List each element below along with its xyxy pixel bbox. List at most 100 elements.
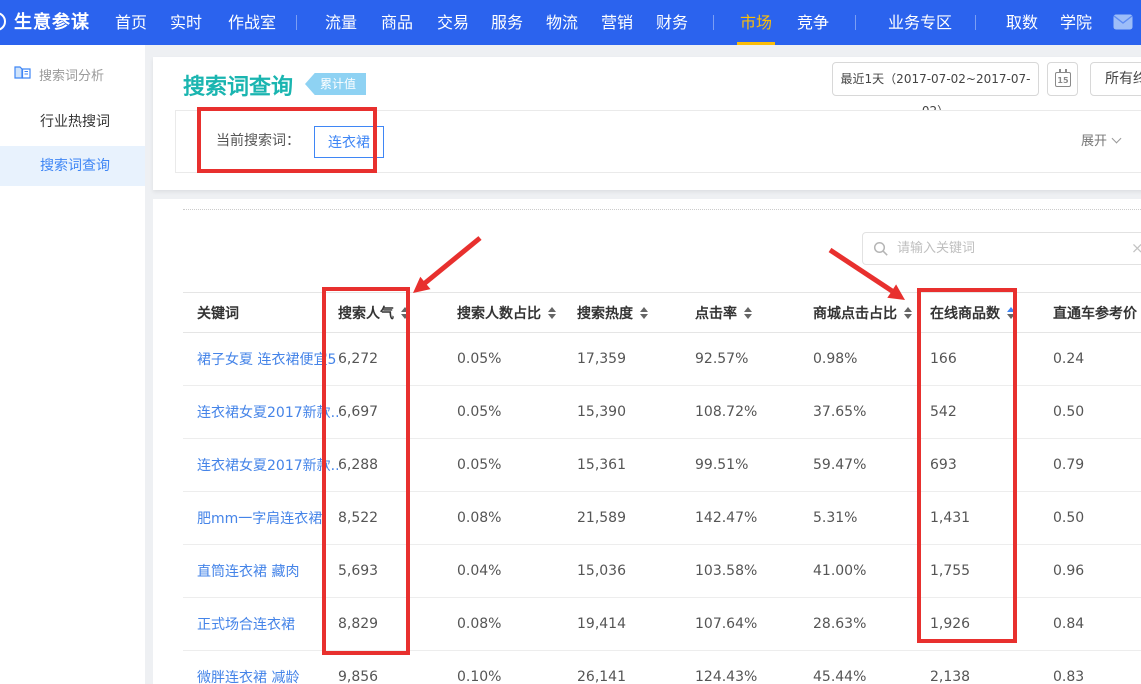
keyword-link[interactable]: 微胖连衣裙 减龄 bbox=[197, 670, 299, 684]
sort-icon[interactable] bbox=[744, 307, 752, 319]
sidebar-item-industry-hot-words[interactable]: 行业热搜词 bbox=[0, 102, 145, 142]
cell-click-rate: 99.51% bbox=[695, 439, 813, 492]
column-header-click-rate[interactable]: 点击率 bbox=[695, 293, 813, 333]
keyword-link[interactable]: 连衣裙女夏2017新款... bbox=[197, 458, 338, 474]
cell-online-products: 1,431 bbox=[930, 492, 1053, 545]
mail-icon[interactable] bbox=[1113, 14, 1133, 34]
sidebar-section-label: 搜索词分析 bbox=[39, 65, 104, 84]
cell-ztc-price: 0.96 bbox=[1053, 545, 1141, 598]
sidebar-item-search-word-query[interactable]: 搜索词查询 bbox=[0, 146, 145, 186]
table-row: 连衣裙女夏2017新款... 6,288 0.05% 15,361 99.51%… bbox=[183, 439, 1141, 492]
nav-item-academy[interactable]: 学院 bbox=[1060, 0, 1092, 45]
cell-ztc-price: 0.83 bbox=[1053, 651, 1141, 684]
column-header-keyword: 关键词 bbox=[183, 293, 338, 333]
nav-item-compete[interactable]: 竞争 bbox=[797, 0, 829, 45]
cell-searcher-ratio: 0.05% bbox=[457, 386, 577, 439]
search-words-table: 关键词 搜索人气 搜索人数占比 搜索热度 点击率 商城点击占比 在线商品数 直通… bbox=[183, 292, 1141, 684]
cell-online-products: 1,926 bbox=[930, 598, 1053, 651]
cell-ztc-price: 0.79 bbox=[1053, 439, 1141, 492]
calendar-button[interactable]: 15 bbox=[1047, 62, 1078, 96]
cumulative-value-badge: 累计值 bbox=[305, 73, 366, 95]
cell-searcher-ratio: 0.05% bbox=[457, 439, 577, 492]
nav-item-warroom[interactable]: 作战室 bbox=[228, 0, 276, 45]
sort-icon[interactable] bbox=[904, 307, 912, 319]
keyword-link[interactable]: 连衣裙女夏2017新款... bbox=[197, 405, 338, 421]
keyword-search-box: × bbox=[862, 232, 1141, 265]
nav-divider bbox=[713, 15, 714, 30]
brand-name[interactable]: 生意参谋 bbox=[14, 0, 90, 45]
nav-item-home[interactable]: 首页 bbox=[115, 0, 147, 45]
keyword-link[interactable]: 直筒连衣裙 藏肉 bbox=[197, 564, 299, 580]
cell-search-popularity: 8,829 bbox=[338, 598, 457, 651]
nav-item-data[interactable]: 取数 bbox=[1006, 0, 1038, 45]
nav-item-realtime[interactable]: 实时 bbox=[170, 0, 202, 45]
column-header-mall-click-ratio[interactable]: 商城点击占比 bbox=[813, 293, 930, 333]
cell-searcher-ratio: 0.08% bbox=[457, 598, 577, 651]
expand-label: 展开 bbox=[1081, 134, 1107, 149]
cell-search-popularity: 9,856 bbox=[338, 651, 457, 684]
cell-search-popularity: 6,697 bbox=[338, 386, 457, 439]
nav-item-traffic[interactable]: 流量 bbox=[325, 0, 357, 45]
nav-item-marketing[interactable]: 营销 bbox=[601, 0, 633, 45]
column-label: 在线商品数 bbox=[930, 306, 1000, 322]
keyword-link[interactable]: 正式场合连衣裙 bbox=[197, 617, 295, 633]
cell-mall-click-ratio: 45.44% bbox=[813, 651, 930, 684]
nav-item-logistics[interactable]: 物流 bbox=[546, 0, 578, 45]
table-row: 直筒连衣裙 藏肉 5,693 0.04% 15,036 103.58% 41.0… bbox=[183, 545, 1141, 598]
search-icon bbox=[873, 241, 889, 257]
sort-icon[interactable] bbox=[548, 307, 556, 319]
column-header-ztc-reference-price[interactable]: 直通车参考价 bbox=[1053, 293, 1141, 333]
table-row: 连衣裙女夏2017新款... 6,697 0.05% 15,390 108.72… bbox=[183, 386, 1141, 439]
cell-mall-click-ratio: 28.63% bbox=[813, 598, 930, 651]
sidebar: 搜索词分析 行业热搜词 搜索词查询 bbox=[0, 45, 145, 684]
cell-searcher-ratio: 0.04% bbox=[457, 545, 577, 598]
nav-item-finance[interactable]: 财务 bbox=[656, 0, 688, 45]
nav-item-service[interactable]: 服务 bbox=[491, 0, 523, 45]
results-panel: × 关键词 搜索人气 搜索人数占比 搜索热度 点击率 商城点击占比 在线商品数 … bbox=[153, 199, 1141, 684]
keyword-link[interactable]: 裙子女夏 连衣裙便宜5... bbox=[197, 352, 338, 368]
page-title: 搜索词查询 bbox=[183, 69, 293, 101]
cell-ztc-price: 0.84 bbox=[1053, 598, 1141, 651]
cell-search-heat: 19,414 bbox=[577, 598, 695, 651]
cell-click-rate: 103.58% bbox=[695, 545, 813, 598]
table-row: 微胖连衣裙 减龄 9,856 0.10% 26,141 124.43% 45.4… bbox=[183, 651, 1141, 684]
expand-toggle[interactable]: 展开 bbox=[1081, 111, 1120, 172]
nav-item-market[interactable]: 市场 bbox=[740, 0, 772, 45]
nav-item-product[interactable]: 商品 bbox=[381, 0, 413, 45]
column-label: 关键词 bbox=[197, 306, 239, 322]
cell-click-rate: 107.64% bbox=[695, 598, 813, 651]
current-keyword-tag[interactable]: 连衣裙 bbox=[314, 126, 384, 158]
sort-icon[interactable] bbox=[401, 307, 409, 319]
nav-item-bizzone[interactable]: 业务专区 bbox=[888, 0, 952, 45]
sort-icon[interactable] bbox=[640, 307, 648, 319]
nav-item-trade[interactable]: 交易 bbox=[437, 0, 469, 45]
current-search-word-label: 当前搜索词： bbox=[216, 111, 300, 172]
clear-search-icon[interactable]: × bbox=[1131, 239, 1141, 257]
sort-icon-active[interactable] bbox=[1007, 307, 1015, 319]
terminal-selector[interactable]: 所有终端 bbox=[1090, 62, 1141, 96]
column-header-online-products[interactable]: 在线商品数 bbox=[930, 293, 1053, 333]
cell-mall-click-ratio: 37.65% bbox=[813, 386, 930, 439]
column-label: 搜索人数占比 bbox=[457, 306, 541, 322]
column-header-search-heat[interactable]: 搜索热度 bbox=[577, 293, 695, 333]
column-header-searcher-ratio[interactable]: 搜索人数占比 bbox=[457, 293, 577, 333]
search-input[interactable] bbox=[897, 234, 1117, 263]
cell-online-products: 2,138 bbox=[930, 651, 1053, 684]
cell-search-heat: 21,589 bbox=[577, 492, 695, 545]
cell-click-rate: 124.43% bbox=[695, 651, 813, 684]
cell-mall-click-ratio: 5.31% bbox=[813, 492, 930, 545]
table-row: 裙子女夏 连衣裙便宜5... 6,272 0.05% 17,359 92.57%… bbox=[183, 333, 1141, 386]
cell-online-products: 693 bbox=[930, 439, 1053, 492]
date-range-selector[interactable]: 最近1天（2017-07-02~2017-07-02） bbox=[832, 62, 1039, 96]
top-navigation: 生意参谋 首页 实时 作战室 流量 商品 交易 服务 物流 营销 财务 市场 竞… bbox=[0, 0, 1141, 45]
column-header-search-popularity[interactable]: 搜索人气 bbox=[338, 293, 457, 333]
cell-search-popularity: 6,272 bbox=[338, 333, 457, 386]
cell-mall-click-ratio: 41.00% bbox=[813, 545, 930, 598]
keyword-link[interactable]: 肥mm一字肩连衣裙 bbox=[197, 511, 322, 527]
nav-divider bbox=[296, 15, 297, 30]
page-header-panel: 搜索词查询 累计值 最近1天（2017-07-02~2017-07-02） 15… bbox=[153, 57, 1141, 190]
book-icon bbox=[14, 65, 31, 84]
current-search-word-card: 当前搜索词： 连衣裙 展开 bbox=[175, 110, 1141, 173]
cell-online-products: 166 bbox=[930, 333, 1053, 386]
cell-search-heat: 17,359 bbox=[577, 333, 695, 386]
